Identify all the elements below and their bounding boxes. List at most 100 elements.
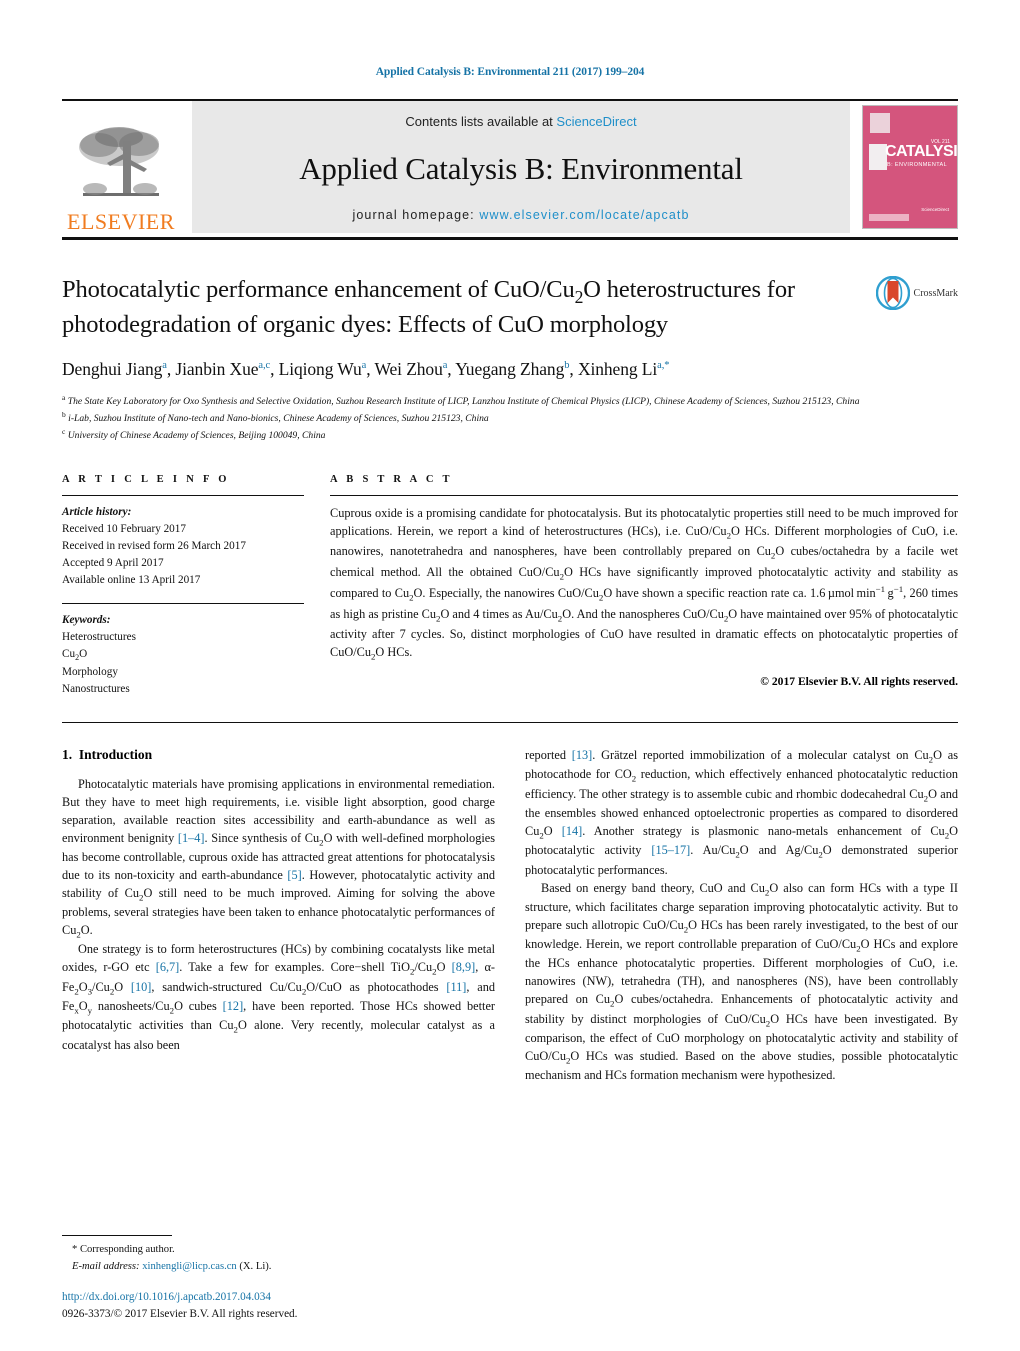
paragraph: One strategy is to form heterostructures… — [62, 942, 496, 1052]
body-column-left: 1. Introduction Photocatalytic materials… — [62, 747, 495, 1085]
author-affil-mark: a — [162, 359, 167, 371]
page-title: Photocatalytic performance enhancement o… — [62, 276, 795, 339]
citation-ref[interactable]: [6,7] — [156, 960, 180, 974]
author-affil-mark: a — [442, 359, 448, 371]
sciencedirect-link[interactable]: ScienceDirect — [556, 114, 636, 129]
citation-ref[interactable]: [8,9] — [452, 960, 476, 974]
homepage-prefix: journal homepage: — [352, 208, 480, 222]
keywords-label: Keywords: — [62, 613, 111, 626]
body-separator-rule — [62, 722, 958, 724]
citation-ref[interactable]: [1–4] — [178, 831, 205, 845]
contents-available-line: Contents lists available at ScienceDirec… — [405, 114, 636, 129]
body-columns: 1. Introduction Photocatalytic materials… — [62, 747, 958, 1085]
article-info-column: A R T I C L E I N F O Article history: R… — [62, 474, 330, 699]
paragraph: reported [13]. Grätzel reported immobili… — [525, 748, 959, 877]
affiliation-text: University of Chinese Academy of Science… — [67, 430, 326, 442]
affiliation-mark: c — [62, 427, 66, 437]
keyword-item: Morphology — [62, 666, 118, 679]
author-item: Xinheng Lia,* — [577, 358, 670, 379]
affiliation-item: c University of Chinese Academy of Scien… — [62, 426, 958, 443]
author-affil-mark: a,c — [258, 359, 271, 371]
author-affil-mark: b — [564, 359, 570, 371]
email-link[interactable]: xinhengli@licp.cas.cn — [142, 1261, 236, 1272]
affiliation-item: a The State Key Laboratory for Oxo Synth… — [62, 392, 958, 409]
email-label: E-mail address: — [72, 1260, 140, 1272]
abstract-heading: A B S T R A C T — [330, 473, 453, 485]
section-title-text: Introduction — [78, 747, 153, 763]
corresponding-author-line: * Corresponding author. — [72, 1244, 175, 1256]
section-number: 1. — [62, 747, 73, 763]
abstract-copyright: © 2017 Elsevier B.V. All rights reserved… — [760, 674, 958, 688]
elsevier-tree-icon — [79, 127, 159, 196]
affiliation-item: b i-Lab, Suzhou Institute of Nano-tech a… — [62, 409, 958, 426]
keyword-item: Heterostructures — [62, 630, 136, 643]
citation-ref[interactable]: [14] — [562, 824, 583, 838]
crossmark-icon — [875, 276, 910, 310]
citation-ref[interactable]: [13] — [572, 748, 593, 762]
affiliation-text: The State Key Laboratory for Oxo Synthes… — [67, 395, 860, 407]
affiliation-mark: a — [62, 392, 66, 402]
section-heading-introduction: 1. Introduction — [62, 747, 495, 763]
paragraph: Photocatalytic materials have promising … — [62, 777, 495, 940]
cover-title: CATALYSIS — [885, 143, 958, 160]
affiliation-mark: b — [62, 409, 66, 419]
author-item: Wei Zhoua — [374, 358, 448, 379]
doi-footer: http://dx.doi.org/10.1016/j.apcatb.2017.… — [62, 1289, 522, 1323]
doi-link[interactable]: http://dx.doi.org/10.1016/j.apcatb.2017.… — [62, 1289, 522, 1306]
history-item: Available online 13 April 2017 — [62, 573, 201, 586]
citation-ref[interactable]: [12] — [223, 999, 244, 1013]
citation-ref[interactable]: [11] — [446, 980, 466, 994]
cover-volume: VOL 211 — [930, 139, 950, 145]
corresponding-author-footnote: * Corresponding author. E-mail address: … — [62, 1235, 492, 1275]
article-first-page: Applied Catalysis B: Environmental 211 (… — [0, 0, 1020, 1351]
masthead-bottom-rule — [62, 237, 958, 240]
email-suffix: (X. Li). — [239, 1260, 272, 1272]
crossmark-badge[interactable]: CrossMark — [875, 276, 958, 310]
cover-subtitle: B: ENVIRONMENTAL — [887, 162, 948, 168]
info-abstract-region: A R T I C L E I N F O Article history: R… — [62, 474, 958, 699]
elsevier-wordmark: ELSEVIER — [67, 209, 175, 234]
keywords-block: Keywords: Heterostructures Cu2O Morpholo… — [62, 602, 304, 699]
crossmark-label: CrossMark — [913, 287, 958, 299]
masthead-banner: Contents lists available at ScienceDirec… — [192, 101, 850, 233]
body-column-right: reported [13]. Grätzel reported immobili… — [525, 747, 958, 1085]
citation-ref[interactable]: [5] — [287, 868, 301, 882]
history-item: Received in revised form 26 March 2017 — [62, 539, 246, 552]
journal-cover-thumbnail: CATALYSIS B: ENVIRONMENTAL VOL 211 Scien… — [862, 105, 958, 229]
keyword-item: Nanostructures — [62, 683, 130, 696]
running-head: Applied Catalysis B: Environmental 211 (… — [375, 66, 645, 78]
journal-title: Applied Catalysis B: Environmental — [299, 151, 743, 186]
contents-prefix: Contents lists available at — [405, 114, 557, 129]
author-affil-mark: a — [361, 359, 367, 371]
history-item: Accepted 9 April 2017 — [62, 556, 164, 569]
article-history-label: Article history: — [62, 505, 132, 518]
author-item: Yuegang Zhangb — [455, 358, 570, 379]
citation-ref[interactable]: [10] — [131, 980, 152, 994]
journal-homepage-link[interactable]: www.elsevier.com/locate/apcatb — [479, 208, 689, 222]
issn-copyright-line: 0926-3373/© 2017 Elsevier B.V. All right… — [62, 1308, 298, 1321]
article-info-heading: A R T I C L E I N F O — [62, 473, 230, 485]
article-history-block: Article history: Received 10 February 20… — [62, 504, 304, 589]
cover-elsevier-mark — [870, 113, 890, 133]
abstract-text: Cuprous oxide is a promising candidate f… — [330, 505, 958, 662]
author-affil-mark: a,* — [657, 359, 670, 371]
affiliation-text: i-Lab, Suzhou Institute of Nano-tech and… — [68, 413, 489, 425]
cover-footer: ScienceDirect — [921, 207, 949, 213]
paragraph: Based on energy band theory, CuO and Cu2… — [525, 880, 959, 1083]
keyword-item: Cu2O — [62, 647, 88, 662]
title-block: Photocatalytic performance enhancement o… — [62, 274, 958, 342]
article-info-rule — [62, 494, 304, 496]
cover-bottom-bar — [869, 214, 909, 221]
abstract-column: A B S T R A C T Cuprous oxide is a promi… — [330, 474, 958, 699]
citation-ref[interactable]: [15–17] — [651, 843, 690, 857]
elsevier-logo: ELSEVIER — [62, 101, 180, 233]
affiliation-list: a The State Key Laboratory for Oxo Synth… — [62, 392, 958, 444]
journal-homepage-line: journal homepage: www.elsevier.com/locat… — [353, 208, 690, 222]
history-item: Received 10 February 2017 — [62, 522, 186, 535]
footnote-rule — [62, 1235, 172, 1237]
abstract-rule — [330, 494, 958, 496]
author-list: Denghui Jianga, Jianbin Xuea,c, Liqiong … — [62, 358, 670, 379]
author-item: Denghui Jianga — [62, 358, 167, 379]
author-item: Jianbin Xuea,c — [175, 358, 271, 379]
email-line: E-mail address: xinhengli@licp.cas.cn (X… — [62, 1259, 492, 1275]
